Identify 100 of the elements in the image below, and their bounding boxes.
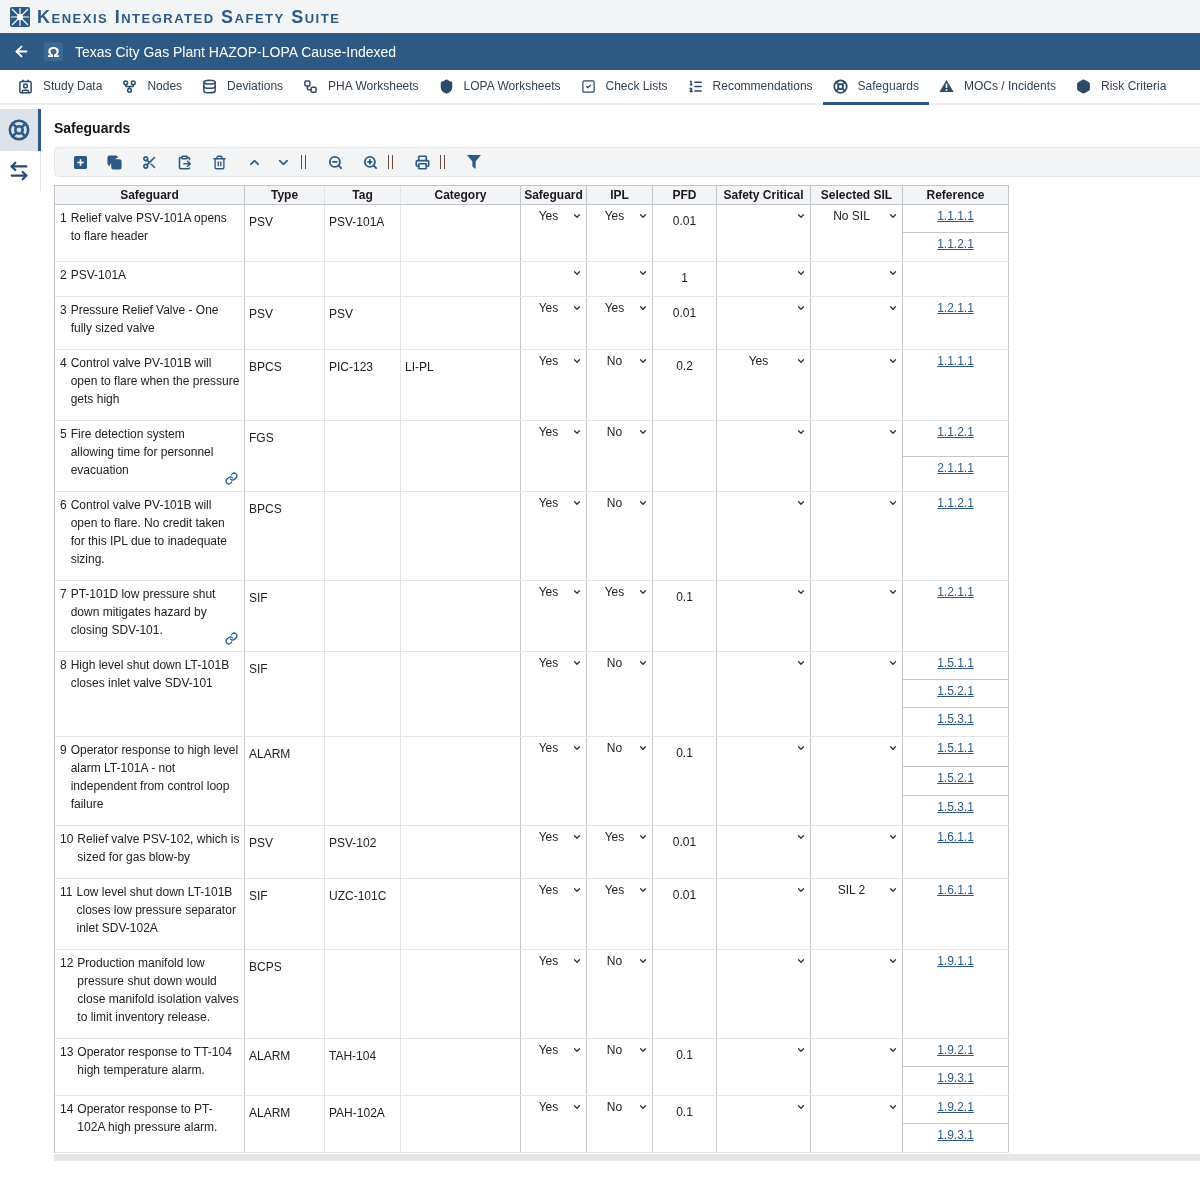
type-text: ALARM [249,1049,291,1063]
sil-select[interactable]: SIL 2 [811,881,902,899]
safeguard-select[interactable]: Yes [521,583,586,601]
sil-select[interactable]: No SIL [811,207,902,225]
reference-link[interactable]: 1.2.1.1 [937,583,974,601]
ipl-select[interactable]: No [587,423,652,441]
ipl-select[interactable]: Yes [587,828,652,846]
reference-link[interactable]: 1.9.3.1 [937,1126,974,1144]
nav-tab[interactable]: Nodes [112,70,193,105]
ipl-select[interactable]: Yes [587,299,652,317]
column-header: Category [434,187,487,204]
chevron-down-icon [638,303,648,313]
safeguard-select[interactable]: Yes [521,494,586,512]
type-text: FGS [249,431,274,445]
funnel-icon[interactable] [467,155,481,169]
nav-tab[interactable]: Safeguards [822,70,929,105]
reference-link[interactable]: 1.9.3.1 [937,1069,974,1087]
row-number: 8 [60,657,67,674]
ipl-select[interactable]: No [587,352,652,370]
chevron-down-icon [638,1102,648,1112]
chevron-down-icon [888,587,898,597]
zoom-out-icon[interactable] [328,154,343,170]
chevron-down-icon [796,498,806,508]
chevron-down-icon [638,211,648,221]
reference-link[interactable]: 1.1.2.1 [937,423,974,441]
pfd-value: 1 [681,270,688,287]
ipl-select[interactable]: Yes [587,207,652,225]
reference-link[interactable]: 1.6.1.1 [937,828,974,846]
ipl-select[interactable]: No [587,494,652,512]
nav-tab[interactable]: Recommendations [677,70,823,105]
safeguard-select[interactable]: Yes [521,1041,586,1059]
chevron-down-icon [638,356,648,366]
safeguard-select[interactable]: Yes [521,654,586,672]
scissors-icon[interactable] [142,154,157,170]
tag-text: TAH-104 [329,1049,377,1063]
chevron-down-icon [796,427,806,437]
safeguard-select[interactable]: Yes [521,881,586,899]
chevron-down-icon [888,303,898,313]
ipl-select[interactable]: No [587,739,652,757]
safeguard-select[interactable]: Yes [521,299,586,317]
plus-square-icon[interactable] [74,155,87,169]
chevron-down-icon [572,211,582,221]
link-icon[interactable] [225,472,238,485]
clipboard-icon[interactable] [177,154,192,170]
safeguard-select[interactable]: Yes [521,828,586,846]
pfd-value: 0.1 [676,589,693,606]
nav-tab[interactable]: MOCs / Incidents [929,70,1067,105]
reference-link[interactable]: 1.5.3.1 [937,710,974,728]
nav-tab[interactable]: Check Lists [570,70,678,105]
ipl-select[interactable]: No [587,1098,652,1116]
reference-link[interactable]: 1.5.3.1 [937,798,974,817]
trash-icon[interactable] [212,154,227,170]
ipl-select[interactable]: No [587,654,652,672]
nav-tab[interactable]: LOPA Worksheets [428,70,571,105]
reference-link[interactable]: 1.9.2.1 [937,1041,974,1059]
horizontal-scrollbar[interactable] [54,1154,1200,1161]
safeguard-select[interactable]: Yes [521,1098,586,1116]
warning-icon [939,79,954,93]
nav-tab[interactable]: Study Data [8,70,113,105]
nav-tab[interactable]: Risk Criteria [1066,70,1177,105]
sidebar-item[interactable] [0,109,41,151]
reference-link[interactable]: 1.6.1.1 [937,881,974,899]
reference-link[interactable]: 1.1.1.1 [937,207,974,225]
safeguard-select[interactable]: Yes [521,739,586,757]
chevron-down-icon [888,356,898,366]
ipl-select[interactable]: No [587,952,652,970]
reference-link[interactable]: 1.5.1.1 [937,739,974,757]
safeguard-select[interactable]: Yes [521,207,586,225]
safeguard-select[interactable]: Yes [521,352,586,370]
chevron-down-icon [572,303,582,313]
reference-link[interactable]: 1.2.1.1 [937,299,974,317]
chevron-down-icon [638,498,648,508]
reference-link[interactable]: 1.1.2.1 [937,235,974,253]
ipl-select[interactable]: Yes [587,881,652,899]
reference-link[interactable]: 1.9.2.1 [937,1098,974,1116]
safeguard-select[interactable]: Yes [521,423,586,441]
ipl-select[interactable]: Yes [587,583,652,601]
safeguard-select[interactable]: Yes [521,952,586,970]
reference-link[interactable]: 1.5.2.1 [937,682,974,700]
nav-tab[interactable]: PHA Worksheets [293,70,429,105]
printer-icon[interactable] [415,154,430,170]
reference-link[interactable]: 2.1.1.1 [937,458,974,477]
chevron-down-icon [888,743,898,753]
reference-link[interactable]: 1.5.2.1 [937,768,974,787]
link-icon[interactable] [225,632,238,645]
type-text: BPCS [249,360,282,374]
zoom-in-icon[interactable] [363,154,378,170]
pfd-value: 0.01 [672,213,697,230]
pfd-value: 0.2 [676,358,693,375]
copy-icon[interactable] [107,154,122,170]
flowchart-icon [303,78,319,94]
safety-critical-select[interactable]: Yes [717,352,810,370]
reference-link[interactable]: 1.9.1.1 [937,952,974,970]
reference-link[interactable]: 1.1.2.1 [937,494,974,512]
type-text: PSV [249,215,273,229]
reference-link[interactable]: 1.1.1.1 [937,352,974,370]
nav-tab[interactable]: Deviations [192,70,294,105]
pfd-value: 0.01 [672,834,697,851]
ipl-select[interactable]: No [587,1041,652,1059]
reference-link[interactable]: 1.5.1.1 [937,654,974,672]
